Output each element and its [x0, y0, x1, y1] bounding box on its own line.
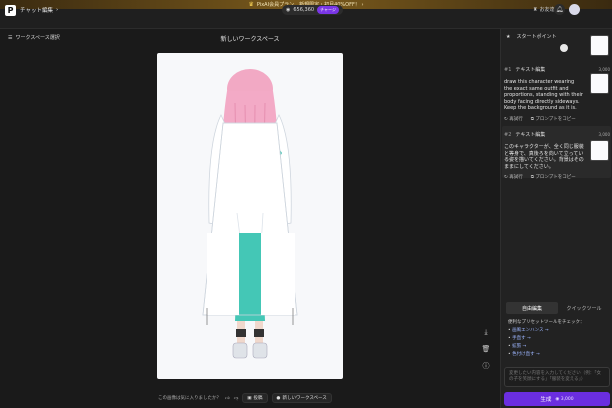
history-type: テキスト編集	[515, 132, 546, 138]
generated-image[interactable]	[157, 53, 343, 379]
history-thumbnail[interactable]	[590, 140, 609, 161]
breadcrumb[interactable]: チャット編集 ›	[20, 6, 58, 14]
tab-quick-tools[interactable]: クイックツール	[558, 302, 610, 314]
history-number: #1	[504, 66, 512, 73]
generate-label: 生成	[540, 397, 552, 403]
history-cost: 3,000	[598, 67, 610, 72]
copy-prompt-button[interactable]: ⧉ プロンプトをコピー	[531, 174, 576, 180]
prompt-input[interactable]: 変更したい内容を入力してください（例：「女の子を笑顔にする」「服装を変える」）	[504, 367, 610, 387]
post-button[interactable]: ▣ 投稿	[242, 393, 268, 403]
history-number: #2	[504, 131, 512, 138]
start-point-label: スタートポイント	[516, 34, 557, 40]
download-icon[interactable]: ⤓	[480, 326, 492, 338]
feedback-bar: この画像は気に入りましたか？ 👍︎ 👎︎ ▣ 投稿 ● 新しいワークスペース	[158, 393, 332, 403]
start-point[interactable]: ★ スタートポイント	[506, 33, 557, 41]
history-cost: 3,000	[598, 132, 610, 137]
credit-balance[interactable]: ◉ 656,360 チャージ	[282, 5, 343, 15]
charge-badge[interactable]: チャージ	[317, 6, 339, 14]
tip-link[interactable]: 画風エンハンス →	[512, 328, 549, 333]
bell-icon[interactable]: 🔔︎	[554, 4, 565, 15]
preset-tips: 便利なプリセットツールをチェック： • 画風エンハンス → • 手直す → • …	[508, 319, 608, 359]
chevron-right-icon: ›	[55, 7, 59, 13]
avatar[interactable]	[569, 4, 580, 15]
crown-icon: ♛	[248, 1, 254, 8]
star-icon: ★	[506, 33, 511, 40]
post-label: 投稿	[253, 396, 263, 401]
retry-button[interactable]: ↻ 再試行	[504, 174, 523, 180]
thumbs-down-icon[interactable]: 👎︎	[234, 396, 239, 401]
info-icon[interactable]: ⓘ	[480, 360, 492, 372]
coin-icon: ◉	[286, 7, 291, 13]
history-prompt: このキャラクターが、全く同じ服装と等身で、真後ろを向いて立っている姿を描いてくだ…	[504, 144, 584, 170]
workspace-select-label: ワークスペース選択	[15, 35, 60, 41]
generate-cost: ◉ 3,000	[555, 396, 574, 402]
pixai-logo-icon[interactable]: P	[5, 5, 16, 16]
start-thumbnail[interactable]	[590, 35, 609, 56]
copy-prompt-button[interactable]: ⧉ プロンプトをコピー	[531, 116, 576, 122]
chat-bubble-icon: ●	[276, 395, 281, 401]
breadcrumb-label: チャット編集	[20, 8, 53, 14]
tip-link[interactable]: 手直す →	[512, 336, 531, 341]
character-back-view-illustration	[202, 69, 298, 359]
tip-link[interactable]: 拡張 →	[512, 344, 526, 349]
history-thumbnail[interactable]	[590, 73, 609, 94]
retry-button[interactable]: ↻ 再試行	[504, 116, 523, 122]
edit-mode-tabs: 自由編集 クイックツール	[506, 302, 610, 314]
history-prompt: draw this character wearing the exact sa…	[504, 79, 583, 111]
post-icon: ▣	[247, 395, 252, 401]
workspace-title: 新しいワークスペース	[220, 36, 280, 43]
cursor-dot	[560, 44, 568, 52]
workspace-select[interactable]: ☰ ワークスペース選択	[8, 34, 60, 42]
new-workspace-button[interactable]: ● 新しいワークスペース	[271, 393, 332, 403]
thumbs-up-icon[interactable]: 👍︎	[225, 396, 230, 401]
history-type: テキスト編集	[515, 67, 546, 73]
gift-icon: ♜	[533, 6, 538, 13]
feedback-question: この画像は気に入りましたか？	[158, 396, 221, 401]
tips-heading: 便利なプリセットツールをチェック：	[508, 320, 585, 325]
trash-icon[interactable]: 🗑︎	[480, 343, 492, 355]
tip-link[interactable]: 色付け直す →	[512, 352, 540, 357]
generate-button[interactable]: 生成 ◉ 3,000	[504, 392, 610, 406]
list-icon: ☰	[8, 34, 13, 41]
credit-amount: 656,360	[293, 7, 315, 13]
tab-free-edit[interactable]: 自由編集	[506, 302, 558, 314]
new-workspace-label: 新しいワークスペース	[282, 396, 327, 401]
